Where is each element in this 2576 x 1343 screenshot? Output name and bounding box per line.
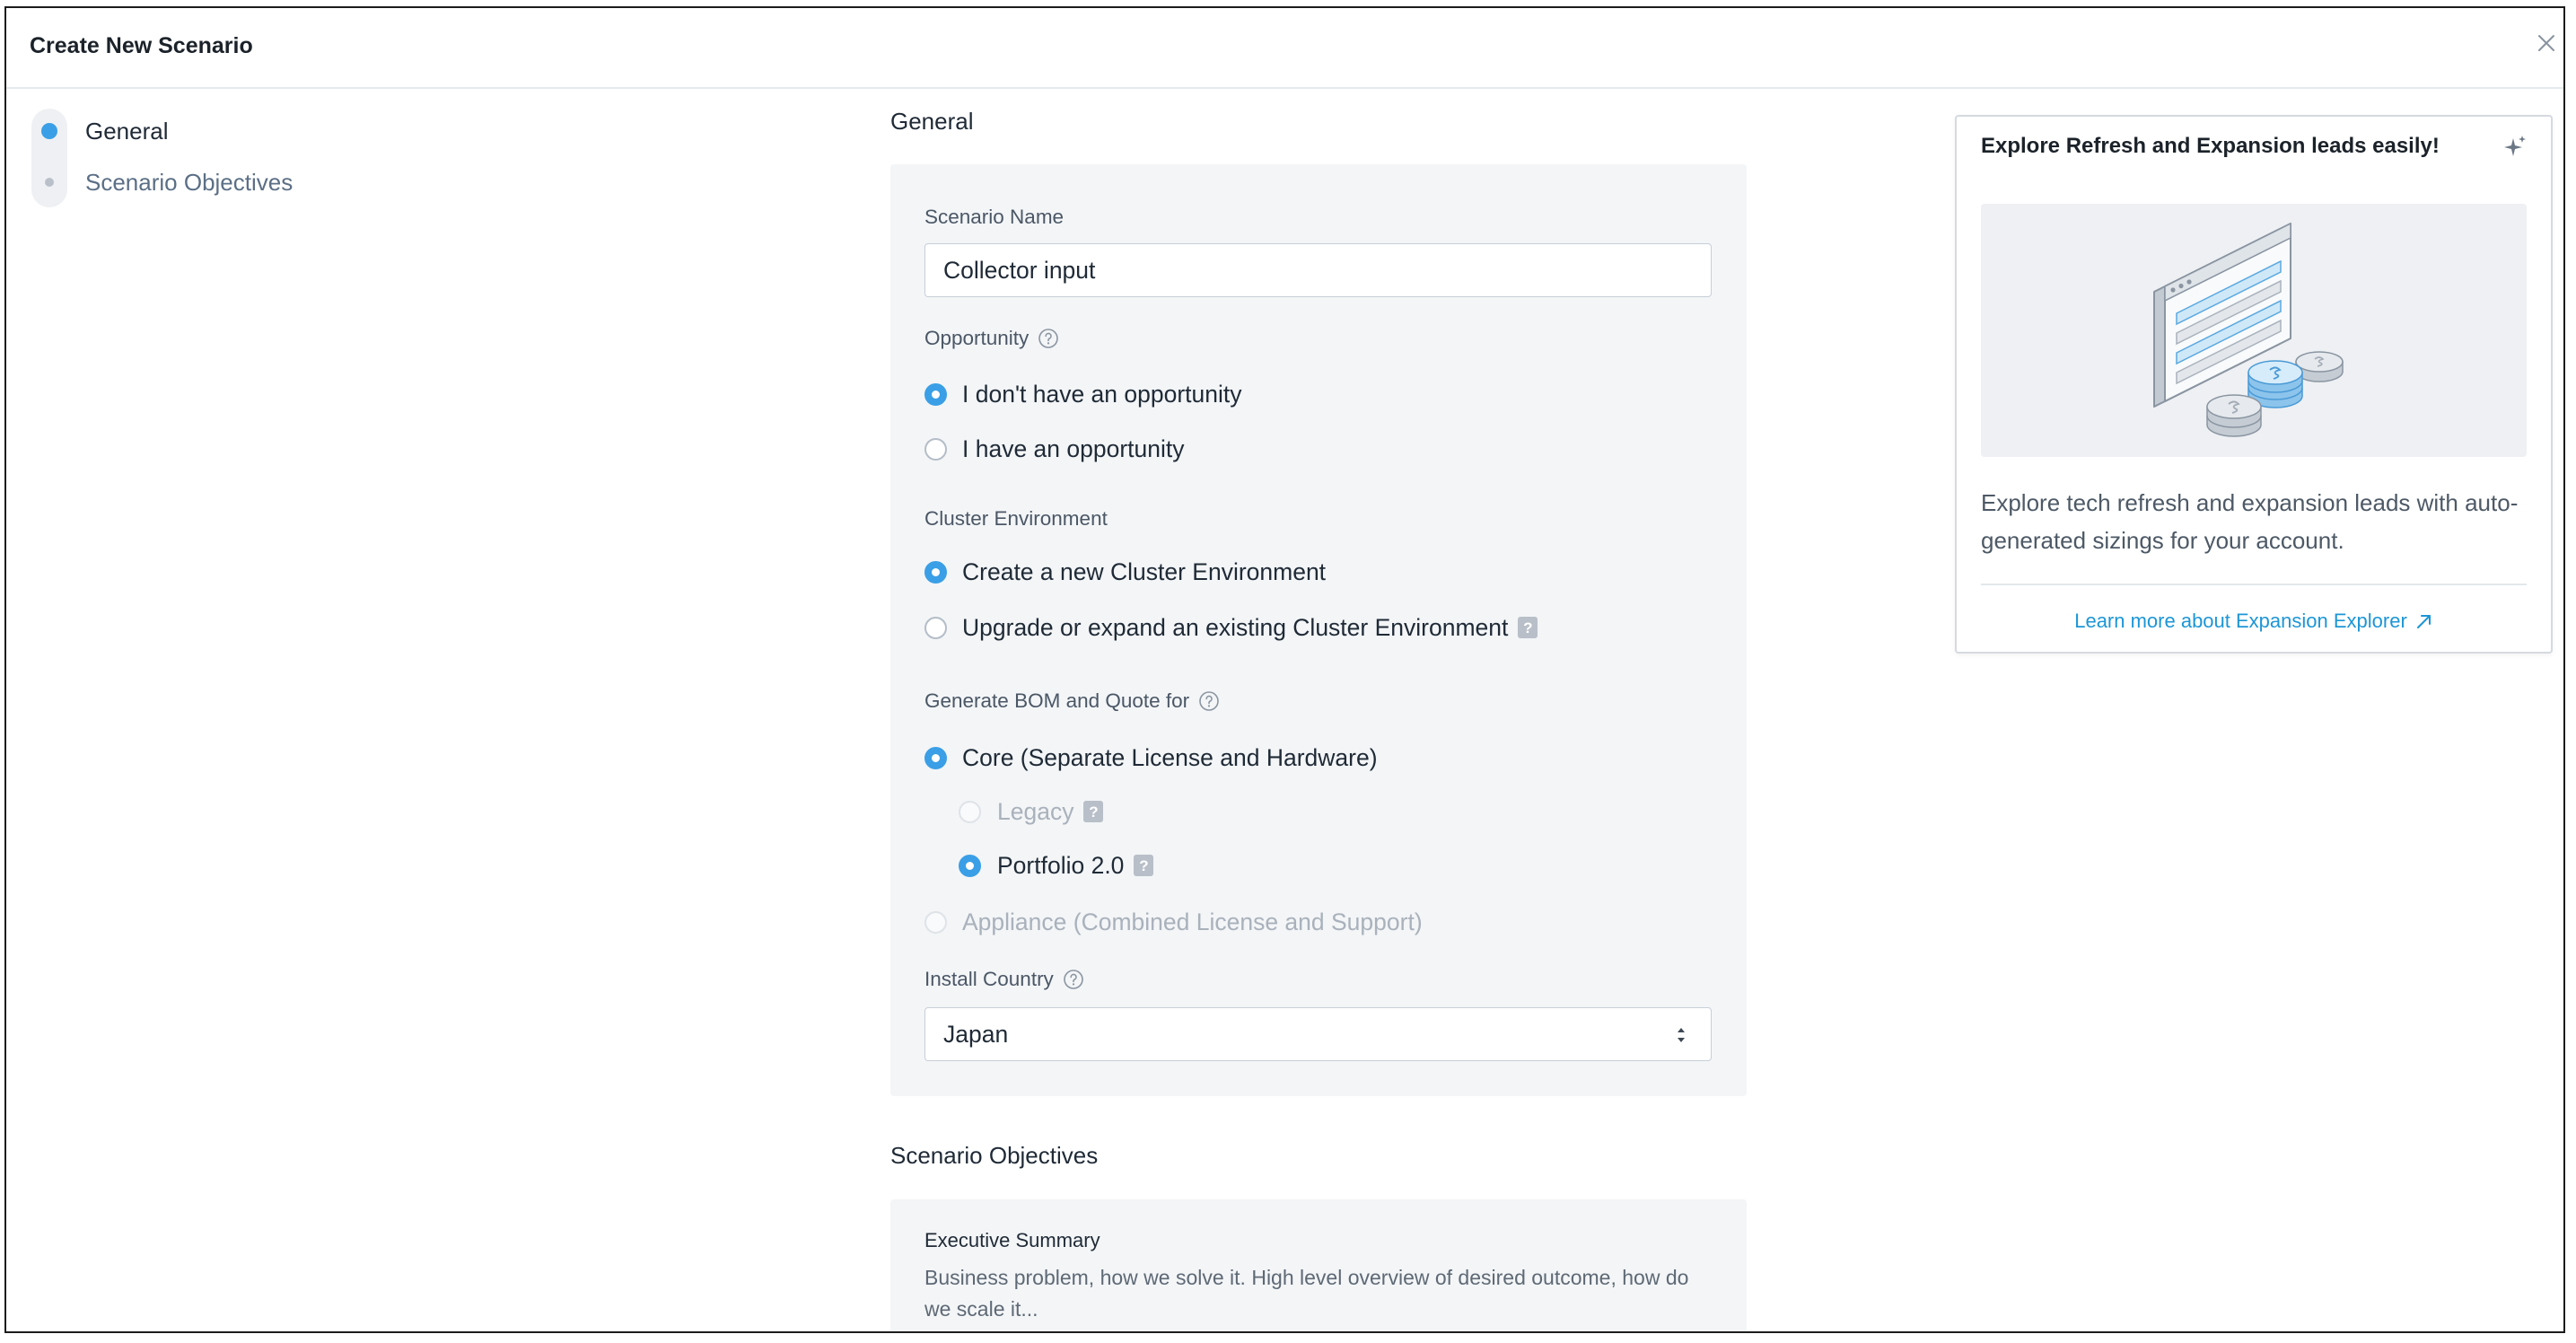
radio-button[interactable] bbox=[924, 560, 947, 584]
radio-portfolio-2[interactable]: Portfolio 2.0 ? bbox=[959, 847, 1154, 883]
radio-legacy: Legacy ? bbox=[959, 794, 1104, 830]
radio-create-cluster[interactable]: Create a new Cluster Environment bbox=[924, 554, 1326, 590]
radio-button bbox=[924, 910, 947, 934]
help-badge-icon[interactable]: ? bbox=[1518, 617, 1538, 638]
install-country-label-text: Install Country bbox=[924, 968, 1054, 990]
radio-have-opportunity[interactable]: I have an opportunity bbox=[924, 431, 1185, 467]
radio-button[interactable] bbox=[924, 382, 947, 406]
radio-label: I have an opportunity bbox=[962, 435, 1185, 462]
promo-title: Explore Refresh and Expansion leads easi… bbox=[1981, 134, 2440, 158]
cluster-environment-label-text: Cluster Environment bbox=[924, 507, 1108, 530]
scenario-objectives-card: Executive Summary bbox=[890, 1199, 1747, 1331]
general-heading: General bbox=[890, 108, 974, 135]
step-scenario-objectives[interactable]: Scenario Objectives bbox=[31, 167, 417, 198]
radio-label: I don't have an opportunity bbox=[962, 381, 1242, 408]
bom-quote-label-text: Generate BOM and Quote for bbox=[924, 689, 1190, 712]
radio-label: Core (Separate License and Hardware) bbox=[962, 744, 1378, 771]
step-general[interactable]: General bbox=[31, 116, 417, 146]
radio-button[interactable] bbox=[924, 437, 947, 461]
radio-label: Upgrade or expand an existing Cluster En… bbox=[962, 614, 1509, 641]
opportunity-label-text: Opportunity bbox=[924, 327, 1030, 349]
radio-button[interactable] bbox=[924, 616, 947, 639]
executive-summary-textarea[interactable] bbox=[924, 1262, 1705, 1331]
radio-label: Appliance (Combined License and Support) bbox=[962, 908, 1423, 935]
close-button[interactable] bbox=[2534, 31, 2559, 56]
help-badge-icon[interactable]: ? bbox=[1134, 855, 1154, 876]
browser-window-coins-illustration bbox=[1981, 204, 2527, 457]
close-icon bbox=[2538, 35, 2554, 51]
help-circle-icon[interactable] bbox=[1198, 690, 1220, 712]
expansion-explorer-link[interactable]: Learn more about Expansion Explorer bbox=[1957, 607, 2551, 636]
radio-upgrade-cluster[interactable]: Upgrade or expand an existing Cluster En… bbox=[924, 610, 1538, 645]
radio-button bbox=[959, 800, 981, 823]
expansion-explorer-link-text[interactable]: Learn more about Expansion Explorer bbox=[2074, 607, 2407, 636]
scenario-objectives-heading: Scenario Objectives bbox=[890, 1142, 1099, 1169]
cluster-environment-label: Cluster Environment bbox=[924, 505, 1108, 532]
step-label: General bbox=[85, 118, 169, 145]
radio-appliance: Appliance (Combined License and Support) bbox=[924, 904, 1423, 940]
help-circle-icon[interactable] bbox=[1038, 328, 1059, 349]
scenario-name-input[interactable] bbox=[924, 243, 1712, 297]
radio-core[interactable]: Core (Separate License and Hardware) bbox=[924, 740, 1378, 776]
scenario-name-label-text: Scenario Name bbox=[924, 206, 1065, 228]
create-scenario-modal: Create New Scenario General Scenario Obj… bbox=[4, 6, 2565, 1333]
modal-title: Create New Scenario bbox=[30, 33, 253, 58]
install-country-label: Install Country bbox=[924, 966, 1084, 993]
general-card: Scenario Name Opportunity I don't have a… bbox=[890, 164, 1747, 1096]
header-divider bbox=[6, 87, 2563, 89]
install-country-value: Japan bbox=[943, 1020, 1009, 1048]
radio-button[interactable] bbox=[924, 746, 947, 769]
radio-label: Create a new Cluster Environment bbox=[962, 558, 1327, 585]
opportunity-label: Opportunity bbox=[924, 325, 1059, 352]
radio-label: Legacy bbox=[997, 798, 1074, 825]
help-badge-icon[interactable]: ? bbox=[1083, 801, 1104, 822]
step-active-dot-icon bbox=[41, 123, 57, 139]
expansion-explorer-panel: Explore Refresh and Expansion leads easi… bbox=[1955, 115, 2553, 654]
sparkle-icon[interactable] bbox=[2503, 135, 2527, 158]
scenario-name-label: Scenario Name bbox=[924, 204, 1064, 231]
radio-label: Portfolio 2.0 bbox=[997, 852, 1125, 879]
help-circle-icon[interactable] bbox=[1063, 969, 1084, 990]
promo-description: Explore tech refresh and expansion leads… bbox=[1981, 489, 2519, 554]
up-down-arrows-icon bbox=[1678, 1028, 1685, 1042]
promo-divider bbox=[1981, 584, 2527, 585]
bom-quote-label: Generate BOM and Quote for bbox=[924, 688, 1220, 715]
step-inactive-dot-icon bbox=[45, 178, 54, 187]
step-label: Scenario Objectives bbox=[85, 169, 294, 196]
radio-no-opportunity[interactable]: I don't have an opportunity bbox=[924, 376, 1242, 412]
external-arrow-icon bbox=[2416, 615, 2431, 628]
radio-button[interactable] bbox=[959, 854, 981, 877]
executive-summary-label: Executive Summary bbox=[924, 1229, 1100, 1251]
install-country-select[interactable]: Japan bbox=[924, 1007, 1712, 1061]
